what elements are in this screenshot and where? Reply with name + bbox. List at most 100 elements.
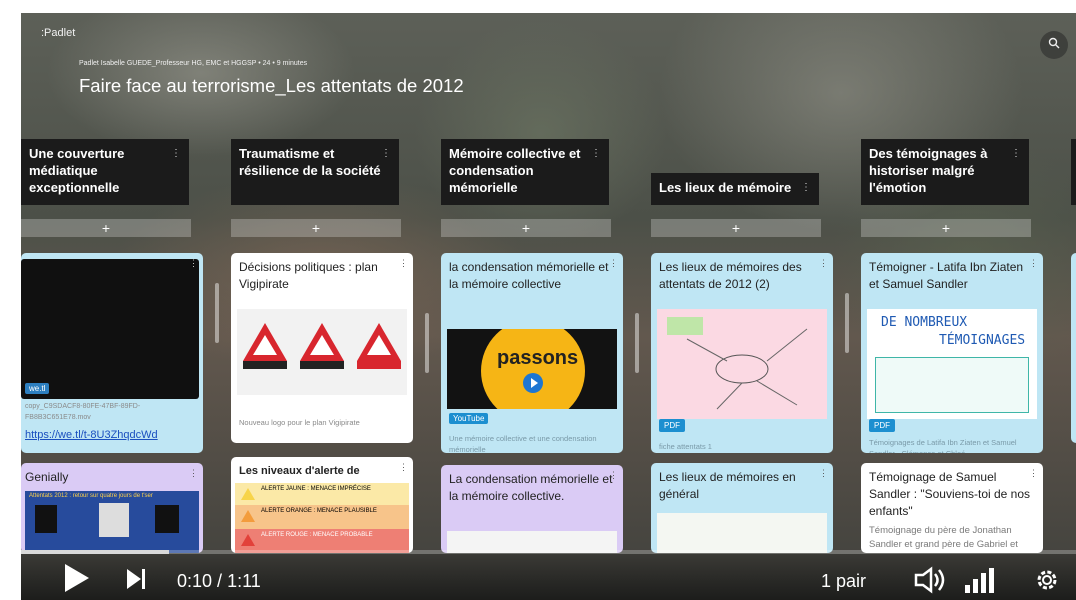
card-title: Les lieux de mémoires des attentats de 2… (659, 260, 802, 291)
duration: 1:11 (227, 571, 261, 591)
column-title: Traumatisme et résilience de la société (239, 146, 381, 178)
current-time: 0:10 (177, 571, 213, 591)
play-video-icon[interactable] (523, 373, 543, 393)
column-title: Mémoire collective et condensation mémor… (449, 146, 581, 195)
mindmap-preview (657, 309, 827, 419)
alert-level-label: ALERTE JAUNE : MENACE IMPRÉCISE (261, 486, 371, 492)
column-header-couverture[interactable]: Une couverture médiatique exceptionnelle… (21, 139, 189, 205)
column-menu-icon[interactable]: ⋮ (1011, 145, 1021, 162)
post-card-niveaux-alerte[interactable]: Les niveaux d'alerte de Vigipirate ⋮ ALE… (231, 457, 413, 553)
add-post-button[interactable]: + (441, 219, 611, 237)
alert-level-row: ALERTE ORANGE : MENACE PLAUSIBLE (235, 505, 409, 529)
card-menu-icon[interactable]: ⋮ (1029, 258, 1038, 269)
add-post-button[interactable]: + (651, 219, 821, 237)
youtube-thumbnail[interactable]: passons (447, 329, 617, 409)
card-menu-icon[interactable]: ⋮ (609, 470, 618, 481)
video-player[interactable]: :Padlet Padlet Isabelle GUEDE_Professeur… (21, 13, 1076, 600)
time-display: 0:10 / 1:11 (177, 571, 261, 592)
youtube-badge: YouTube (449, 413, 489, 424)
card-menu-icon[interactable]: ⋮ (399, 258, 408, 269)
settings-icon[interactable] (1033, 566, 1061, 599)
column-menu-icon[interactable]: ⋮ (381, 145, 391, 162)
add-post-button[interactable]: + (21, 219, 191, 237)
card-menu-icon[interactable]: ⋮ (609, 258, 618, 269)
column-header-memoire-collective[interactable]: Mémoire collective et condensation mémor… (441, 139, 609, 205)
genially-preview: Attentats 2012 : retour sur quatre jours… (25, 491, 199, 553)
next-icon[interactable] (125, 567, 147, 596)
column-menu-icon[interactable]: ⋮ (171, 145, 181, 162)
card-caption: Nouveau logo pour le plan Vigipirate (239, 418, 360, 427)
column-scrollbar[interactable] (635, 313, 639, 373)
alert-triangle-icon (241, 510, 255, 522)
post-card-lieux-memoire-general[interactable]: Les lieux de mémoires en général ⋮ (651, 463, 833, 553)
card-title: Témoignage de Samuel Sandler : "Souviens… (869, 470, 1031, 518)
card-menu-icon[interactable]: ⋮ (189, 468, 198, 479)
pdf-badge: PDF (659, 419, 685, 432)
post-card-sandler[interactable]: Témoignage de Samuel Sandler : "Souviens… (861, 463, 1043, 553)
alert-triangle-icon (241, 534, 255, 546)
column-menu-icon[interactable]: ⋮ (591, 145, 601, 162)
video-controls: 0:10 / 1:11 1 pair (21, 554, 1076, 600)
alert-levels-list: ALERTE JAUNE : MENACE IMPRÉCISE ALERTE O… (235, 483, 409, 553)
thumbnail-word: passons (497, 347, 579, 369)
quality-label[interactable]: 1 pair (821, 571, 866, 592)
card-title: la condensation mémorielle et la mémoire… (449, 260, 609, 291)
post-card-partial[interactable] (1071, 253, 1076, 443)
column-title: Des témoignages à historiser malgré l'ém… (869, 146, 988, 195)
column-header-temoignages[interactable]: Des témoignages à historiser malgré l'ém… (861, 139, 1029, 205)
column-header-next[interactable] (1071, 139, 1076, 205)
card-menu-icon[interactable]: ⋮ (189, 258, 198, 269)
genially-thumb (99, 503, 129, 537)
handwritten-heading: TÉMOIGNAGES (939, 333, 1026, 348)
volume-icon[interactable] (913, 566, 949, 599)
vigipirate-image (237, 309, 407, 395)
card-title: Témoigner - Latifa Ibn Ziaten et Samuel … (869, 260, 1024, 291)
post-card-vigipirate[interactable]: Décisions politiques : plan Vigipirate ⋮ (231, 253, 413, 443)
search-button[interactable] (1040, 31, 1068, 59)
board-author: Padlet Isabelle GUEDE_Professeur HG, EMC… (79, 60, 308, 67)
play-icon[interactable] (61, 562, 91, 599)
card-menu-icon[interactable]: ⋮ (399, 462, 408, 473)
time-separator: / (212, 571, 228, 591)
card-menu-icon[interactable]: ⋮ (819, 258, 828, 269)
column-title: Une couverture médiatique exceptionnelle (29, 146, 125, 195)
handwritten-preview: DE NOMBREUX TÉMOIGNAGES (867, 309, 1037, 419)
vigipirate-sign-icon (357, 323, 401, 369)
column-header-traumatisme[interactable]: Traumatisme et résilience de la société … (231, 139, 399, 205)
column-scrollbar[interactable] (425, 313, 429, 373)
padlet-logo: :Padlet (41, 27, 76, 39)
alert-level-label: ALERTE ROUGE : MENACE PROBABLE (261, 532, 373, 538)
column-title: Les lieux de mémoire (659, 180, 792, 195)
card-caption: Une mémoire collective et une condensati… (449, 434, 597, 453)
genially-thumb (35, 505, 57, 533)
card-menu-icon[interactable]: ⋮ (819, 468, 828, 479)
add-post-button[interactable]: + (231, 219, 401, 237)
video-thumbnail (21, 259, 199, 399)
add-post-button[interactable]: + (861, 219, 1031, 237)
search-icon (1048, 37, 1060, 52)
post-card-lieux-memoire-2012[interactable]: Les lieux de mémoires des attentats de 2… (651, 253, 833, 453)
signal-icon[interactable] (963, 568, 995, 599)
alert-triangle-icon (241, 488, 255, 500)
post-card-condensation-video[interactable]: la condensation mémorielle et la mémoire… (441, 253, 623, 453)
handwritten-heading: DE NOMBREUX (881, 315, 968, 330)
post-card-genially[interactable]: Genially ⋮ Attentats 2012 : retour sur q… (21, 463, 203, 553)
card-menu-icon[interactable]: ⋮ (1029, 468, 1038, 479)
column-header-lieux-memoire[interactable]: Les lieux de mémoire ⋮ (651, 173, 819, 205)
handwritten-box (875, 357, 1029, 413)
column-scrollbar[interactable] (215, 283, 219, 343)
card-caption: Témoignages de Latifa Ibn Ziaten et Samu… (869, 438, 1017, 453)
alert-level-label: ALERTE ORANGE : MENACE PLAUSIBLE (261, 508, 377, 514)
post-card-wetransfer[interactable]: ⋮ we.tl copy_C9SDACF8-80FE-47BF-89FD-FB8… (21, 253, 203, 453)
post-card-condensation-text[interactable]: La condensation mémorielle et la mémoire… (441, 465, 623, 553)
attachment-filename: copy_C9SDACF8-80FE-47BF-89FD-FB8B3C651E7… (25, 403, 141, 421)
column-scrollbar[interactable] (845, 293, 849, 353)
card-body: Témoignage du père de Jonathan Sandler e… (869, 525, 1018, 550)
board-title: Faire face au terrorisme_Les attentats d… (79, 75, 464, 96)
attachment-link[interactable]: https://we.tl/t-8U3ZhqdcWd (25, 429, 158, 441)
pdf-badge: PDF (869, 419, 895, 432)
column-menu-icon[interactable]: ⋮ (801, 179, 811, 196)
genially-thumb (155, 505, 179, 533)
card-title: Décisions politiques : plan Vigipirate (239, 260, 378, 291)
post-card-temoigner[interactable]: Témoigner - Latifa Ibn Ziaten et Samuel … (861, 253, 1043, 453)
